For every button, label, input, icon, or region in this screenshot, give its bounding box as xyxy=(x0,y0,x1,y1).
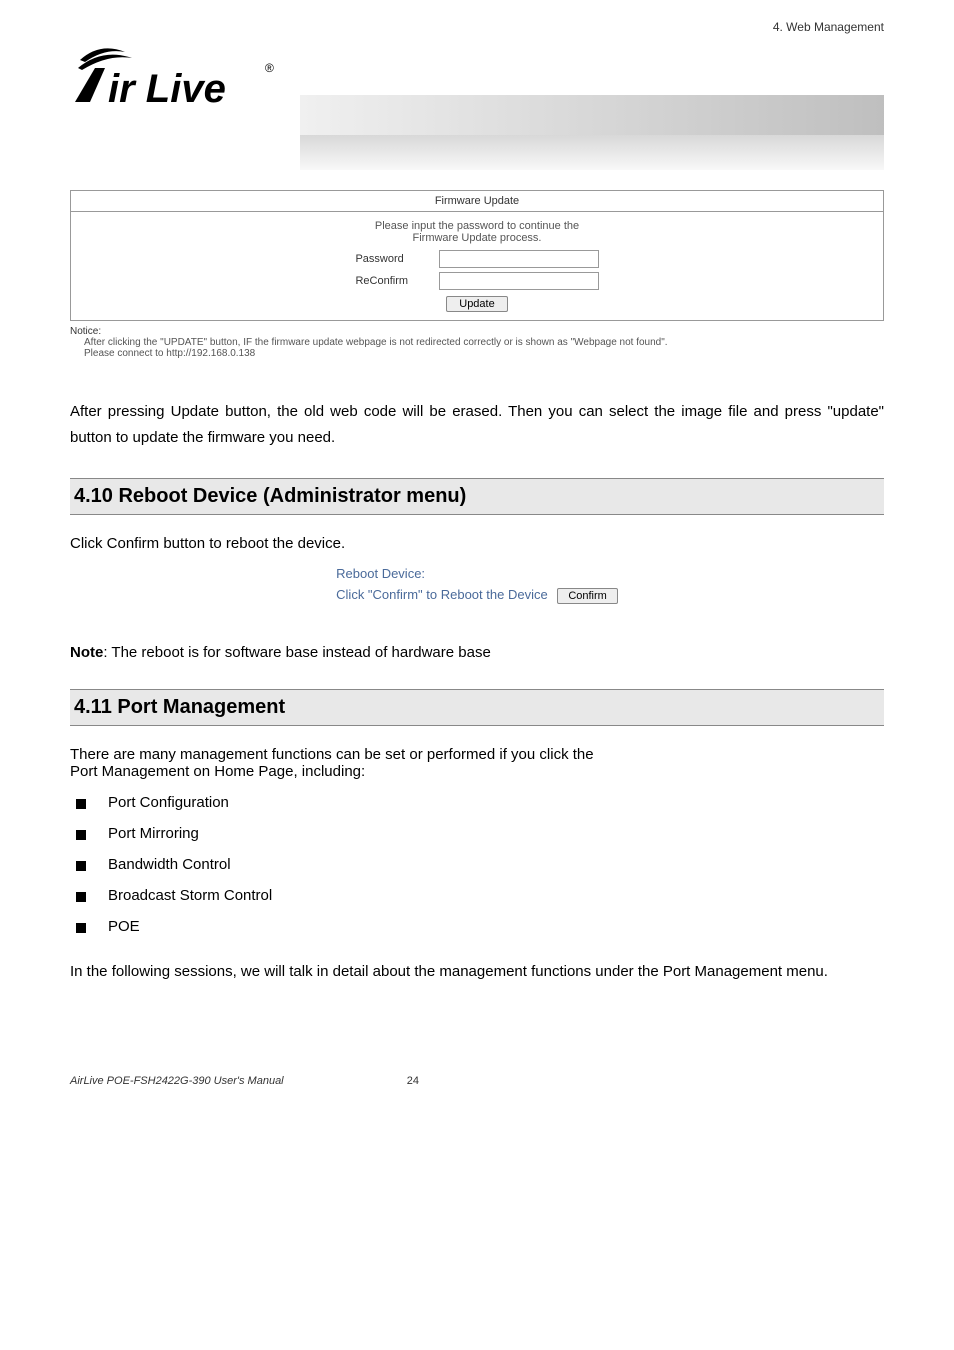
notice-line2: Please connect to http://192.168.0.138 xyxy=(84,348,884,359)
list-item: POE xyxy=(70,918,884,935)
reboot-box-line2: Click "Confirm" to Reboot the Device xyxy=(336,587,548,602)
page-number: 24 xyxy=(407,1075,419,1087)
list-item: Port Configuration xyxy=(70,794,884,811)
paragraph-after-update: After pressing Update button, the old we… xyxy=(70,399,884,450)
header-gradient-1 xyxy=(300,95,884,135)
update-button[interactable]: Update xyxy=(446,296,507,312)
breadcrumb: 4. Web Management xyxy=(773,20,884,34)
reboot-box-line1: Reboot Device: xyxy=(336,566,425,581)
footer: AirLive POE-FSH2422G-390 User's Manual 2… xyxy=(70,1075,884,1087)
firmware-title: Firmware Update xyxy=(71,191,883,212)
logo-text: ir Live xyxy=(108,67,226,110)
port-intro: There are many management functions can … xyxy=(70,746,884,780)
password-input[interactable] xyxy=(439,250,599,268)
password-label: Password xyxy=(355,253,435,265)
logo-registered: ® xyxy=(265,61,274,75)
header-gradient-2 xyxy=(300,135,884,170)
reconfirm-label: ReConfirm xyxy=(355,275,435,287)
port-outro: In the following sessions, we will talk … xyxy=(70,959,884,985)
section-heading-reboot: 4.10 Reboot Device (Administrator menu) xyxy=(70,478,884,515)
reconfirm-input[interactable] xyxy=(439,272,599,290)
confirm-button[interactable]: Confirm xyxy=(557,588,618,604)
notice-block: Notice: After clicking the "UPDATE" butt… xyxy=(70,326,884,359)
reboot-box: Reboot Device: Click "Confirm" to Reboot… xyxy=(70,566,884,604)
list-item: Broadcast Storm Control xyxy=(70,887,884,904)
note-line: Note: The reboot is for software base in… xyxy=(70,644,884,661)
reboot-intro: Click Confirm button to reboot the devic… xyxy=(70,535,884,552)
header-wrap: ir Live ® xyxy=(70,40,884,170)
firmware-update-panel: Firmware Update Please input the passwor… xyxy=(70,190,884,321)
firmware-instruction: Please input the password to continue th… xyxy=(71,220,883,244)
list-item: Bandwidth Control xyxy=(70,856,884,873)
footer-manual-title: AirLive POE-FSH2422G-390 User's Manual xyxy=(70,1075,284,1087)
notice-title: Notice: xyxy=(70,326,884,337)
port-feature-list: Port Configuration Port Mirroring Bandwi… xyxy=(70,794,884,935)
list-item: Port Mirroring xyxy=(70,825,884,842)
section-heading-port: 4.11 Port Management xyxy=(70,689,884,726)
notice-line1: After clicking the "UPDATE" button, IF t… xyxy=(84,337,884,348)
